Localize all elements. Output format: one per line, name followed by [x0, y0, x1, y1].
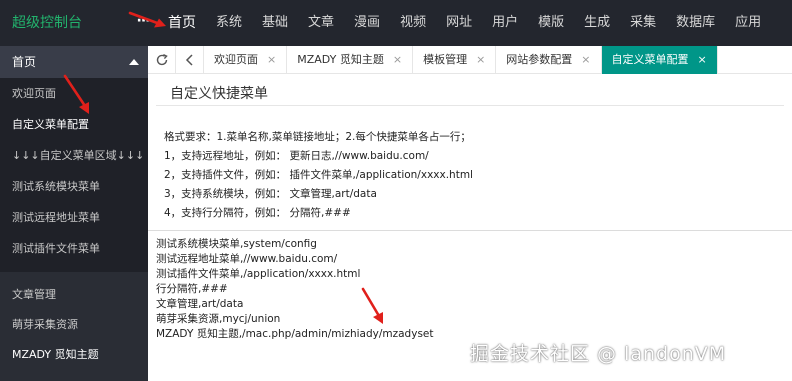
arrow-annotation-home: [128, 11, 166, 28]
nav-item-apps[interactable]: 应用: [725, 0, 771, 46]
tab-label: 模板管理: [423, 53, 468, 66]
sidebar-submenu-spacer: [0, 264, 148, 272]
back-button[interactable]: [176, 46, 204, 74]
editor-line: 行分隔符,###: [156, 283, 228, 295]
nav-item-database[interactable]: 数据库: [666, 0, 725, 46]
close-icon[interactable]: ×: [393, 46, 402, 74]
chevron-left-icon: [185, 54, 193, 66]
tab-label: MZADY 觅知主题: [297, 53, 384, 66]
tip-line: 3，支持系统模块，例如： 文章管理,art/data: [164, 188, 377, 200]
editor-line: 测试远程地址菜单,//www.baidu.com/: [156, 253, 338, 265]
close-icon[interactable]: ×: [581, 46, 590, 74]
refresh-button[interactable]: [148, 46, 176, 74]
nav-item-basic[interactable]: 基础: [252, 0, 298, 46]
tip-line: 2，支持插件文件，例如： 插件文件菜单,/application/xxxx.ht…: [164, 169, 473, 181]
tip-line: 格式要求：1.菜单名称,菜单链接地址；2.每个快捷菜单各占一行；: [164, 131, 471, 143]
refresh-icon: [156, 53, 168, 66]
editor-line: 文章管理,art/data: [156, 298, 244, 310]
top-bar: 超级控制台 ··· 首页 系统 基础 文章 漫画 视频 网址 用户 模版 生成 …: [0, 0, 792, 46]
nav-item-template[interactable]: 模版: [528, 0, 574, 46]
sidebar-item-custom-area[interactable]: ↓↓↓自定义菜单区域↓↓↓: [0, 140, 148, 171]
tab-label: 网站参数配置: [506, 53, 573, 66]
tab-label: 自定义菜单配置: [611, 53, 689, 66]
tab-welcome[interactable]: 欢迎页面 ×: [204, 46, 288, 74]
nav-item-user[interactable]: 用户: [482, 0, 528, 46]
tab-template[interactable]: 模板管理 ×: [413, 46, 497, 74]
tab-custom-menu[interactable]: 自定义菜单配置 ×: [601, 46, 718, 74]
sidebar-item-test-plugin[interactable]: 测试插件文件菜单: [0, 233, 148, 264]
sidebar-item-article[interactable]: 文章管理: [0, 280, 148, 310]
tab-mzady[interactable]: MZADY 觅知主题 ×: [287, 46, 414, 74]
editor-line: 测试系统模块菜单,system/config: [156, 238, 317, 250]
nav-item-article[interactable]: 文章: [298, 0, 344, 46]
tip-line: 4，支持行分隔符，例如： 分隔符,###: [164, 207, 351, 219]
tab-label: 欢迎页面: [214, 53, 258, 66]
editor-line: 测试插件文件菜单,/application/xxxx.html: [156, 268, 361, 280]
watermark: 掘金技术社区 @ landonVM: [470, 343, 727, 365]
editor-line: 萌芽采集资源,mycj/union: [156, 313, 281, 325]
close-icon[interactable]: ×: [476, 46, 485, 74]
caret-up-icon: [129, 59, 139, 65]
arrow-annotation-editor: [361, 287, 383, 324]
nav-item-url[interactable]: 网址: [436, 0, 482, 46]
nav-item-video[interactable]: 视频: [390, 0, 436, 46]
sidebar-item-test-remote[interactable]: 测试远程地址菜单: [0, 202, 148, 233]
main-content: 自定义快捷菜单 格式要求：1.菜单名称,菜单链接地址；2.每个快捷菜单各占一行；…: [148, 74, 792, 381]
format-tips: 格式要求：1.菜单名称,菜单链接地址；2.每个快捷菜单各占一行； 1，支持远程地…: [164, 128, 473, 223]
tab-bar: 欢迎页面 × MZADY 觅知主题 × 模板管理 × 网站参数配置 × 自定义菜…: [148, 46, 792, 74]
arrow-annotation-sidebar: [63, 74, 89, 114]
page-title: 自定义快捷菜单: [156, 80, 784, 106]
close-icon[interactable]: ×: [698, 46, 707, 74]
nav-item-collect[interactable]: 采集: [620, 0, 666, 46]
page-title-text: 自定义快捷菜单: [170, 86, 268, 102]
tab-site-config[interactable]: 网站参数配置 ×: [496, 46, 602, 74]
sidebar-item-collect[interactable]: 萌芽采集资源: [0, 310, 148, 340]
sidebar-item-mzady[interactable]: MZADY 觅知主题: [0, 340, 148, 370]
close-icon[interactable]: ×: [267, 46, 276, 74]
sidebar-item-test-system[interactable]: 测试系统模块菜单: [0, 171, 148, 202]
nav-item-system[interactable]: 系统: [206, 0, 252, 46]
nav-item-generate[interactable]: 生成: [574, 0, 620, 46]
tip-line: 1，支持远程地址，例如： 更新日志,//www.baidu.com/: [164, 150, 429, 162]
sidebar-home-label: 首页: [12, 55, 37, 69]
brand-title: 超级控制台: [12, 15, 82, 31]
nav-item-comic[interactable]: 漫画: [344, 0, 390, 46]
top-nav: ··· 首页 系统 基础 文章 漫画 视频 网址 用户 模版 生成 采集 数据库…: [128, 0, 771, 46]
